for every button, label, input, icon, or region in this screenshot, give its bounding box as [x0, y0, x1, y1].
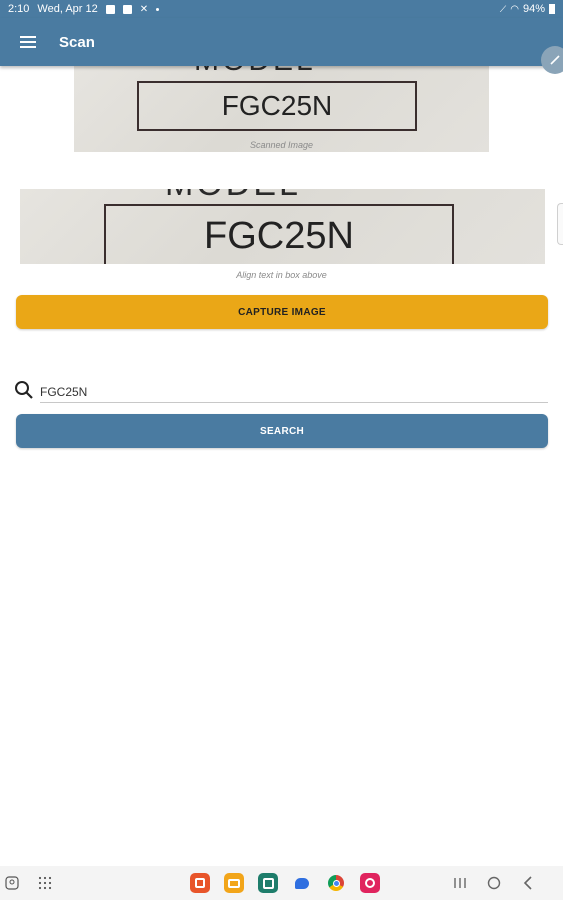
status-date: Wed, Apr 12 [37, 3, 98, 15]
bixby-vision-icon[interactable] [190, 873, 210, 893]
search-icon [14, 380, 34, 405]
navigation-bar [0, 866, 563, 900]
scanned-model-number: FGC25N [221, 90, 333, 121]
more-notifications-icon [156, 7, 160, 11]
app-drawer-icon[interactable] [37, 875, 53, 891]
page-title: Scan [59, 33, 95, 51]
calendar-icon[interactable] [258, 873, 278, 893]
search-input[interactable] [40, 381, 548, 403]
hamburger-menu-icon[interactable] [0, 18, 56, 66]
status-time: 2:10 [8, 3, 30, 15]
preview-model-number: FGC25N [204, 214, 354, 257]
preview-model-text: MODEL [165, 189, 301, 204]
chrome-icon[interactable] [326, 873, 346, 893]
signal-icon: ⟋ [499, 3, 507, 14]
pencil-icon[interactable] [541, 46, 563, 74]
back-icon[interactable] [520, 875, 536, 891]
battery-icon [549, 4, 555, 14]
search-button[interactable]: SEARCH [16, 414, 548, 448]
messages-icon[interactable] [292, 873, 312, 893]
scanned-image-caption: Scanned Image [249, 140, 314, 150]
scanned-model-box: FGC25N [137, 81, 417, 131]
edge-panel-handle[interactable] [557, 203, 563, 245]
battery-percent: 94% [522, 3, 545, 15]
preview-model-box: FGC25N [104, 204, 454, 264]
scanned-model-text: MODEL [194, 66, 316, 78]
accessibility-icon[interactable] [4, 875, 20, 891]
screen-recorder-icon[interactable] [360, 873, 380, 893]
preview-caption: Align text in box above [236, 270, 327, 280]
recents-icon[interactable] [452, 875, 468, 891]
notification-icon [105, 4, 115, 14]
search-row [14, 380, 548, 404]
folder-icon[interactable] [224, 873, 244, 893]
missed-call-icon: ✕ [139, 3, 149, 15]
scanned-image: MODEL FGC25N Scanned Image [74, 66, 489, 152]
search-button-label: SEARCH [259, 425, 305, 437]
wifi-icon: ◠ [510, 3, 519, 15]
home-icon[interactable] [486, 875, 502, 891]
capture-image-label: CAPTURE IMAGE [238, 306, 326, 318]
camera-preview[interactable]: MODEL FGC25N [20, 189, 545, 264]
capture-image-button[interactable]: CAPTURE IMAGE [16, 295, 548, 329]
app-bar: Scan [0, 18, 563, 66]
notification-icon [122, 4, 132, 14]
status-bar: 2:10 Wed, Apr 12 ✕ ⟋ ◠ 94% [0, 0, 563, 18]
